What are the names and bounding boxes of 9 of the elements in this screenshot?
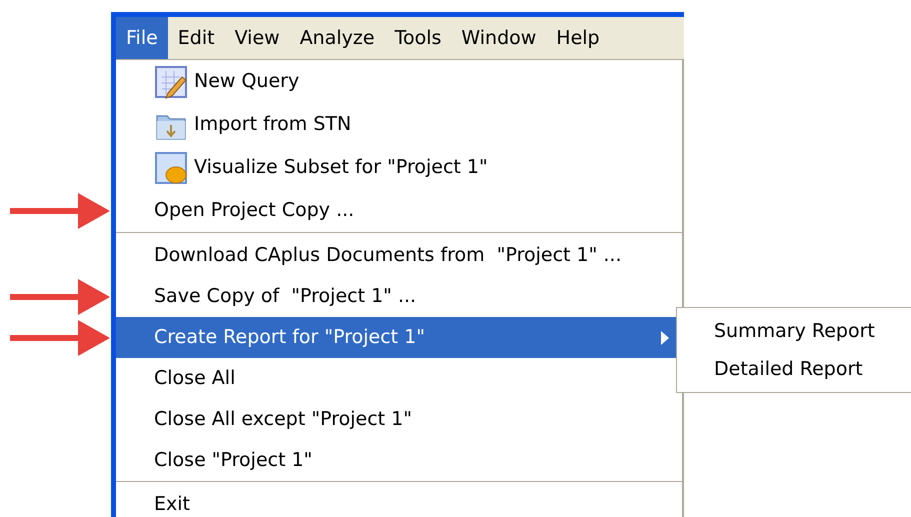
menu-bar-item[interactable]: Tools [384, 17, 452, 59]
pencil-grid-icon [154, 64, 188, 98]
menu-bar-item[interactable]: Window [451, 17, 546, 59]
menu-bar-item[interactable]: View [224, 17, 290, 59]
menu-bar-item[interactable]: Help [546, 17, 610, 59]
menu-bar-item[interactable]: Analyze [290, 17, 385, 59]
picture-icon [154, 150, 188, 184]
menu-bar-item[interactable]: Edit [168, 17, 225, 59]
menu-bar-item[interactable]: File [116, 17, 168, 59]
